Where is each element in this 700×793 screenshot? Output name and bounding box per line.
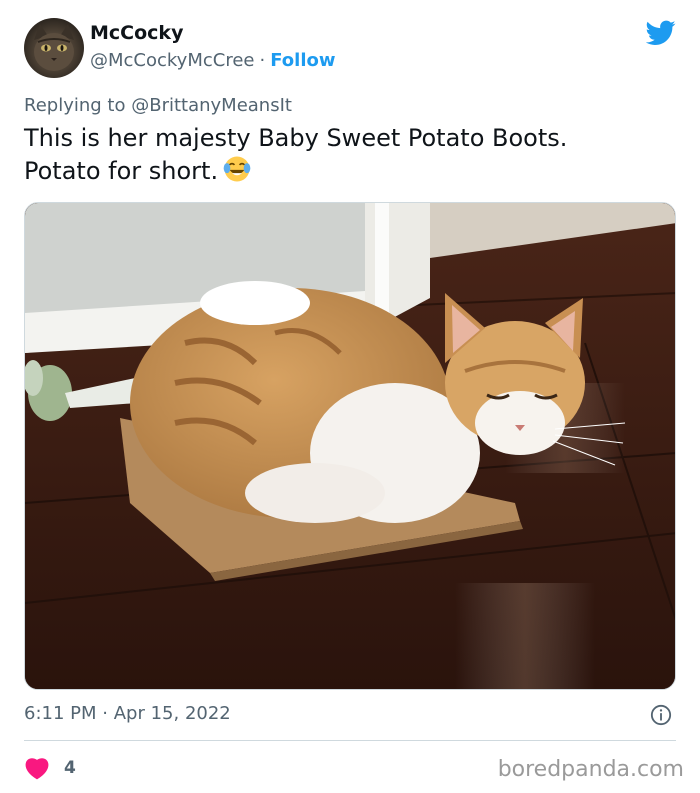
avatar[interactable] — [24, 18, 84, 78]
tweet-date: Apr 15, 2022 — [113, 703, 231, 724]
twitter-bird-icon[interactable] — [646, 20, 676, 46]
separator-dot: · — [259, 50, 266, 71]
face-with-tears-of-joy-icon — [223, 156, 251, 182]
tweet-header: McCocky @McCockyMcCree · Follow — [24, 18, 676, 80]
cat-on-paper-bag-image — [25, 203, 675, 689]
heart-icon — [25, 758, 49, 780]
avatar-cat-image — [34, 24, 74, 71]
replying-to: Replying to @BrittanyMeansIt — [24, 95, 292, 116]
author-handle-row: @McCockyMcCree · Follow — [90, 50, 336, 71]
like-button[interactable]: 4 — [24, 755, 76, 781]
tweet-text-line-1: This is her majesty Baby Sweet Potato Bo… — [24, 124, 568, 152]
tweet-timestamp[interactable]: 6:11 PM · Apr 15, 2022 — [24, 703, 231, 724]
divider — [24, 740, 676, 741]
tweet-text: This is her majesty Baby Sweet Potato Bo… — [24, 122, 676, 187]
tweet-time: 6:11 PM — [24, 703, 97, 724]
separator-dot: · — [102, 703, 108, 724]
replying-to-label: Replying to — [24, 95, 126, 116]
follow-button[interactable]: Follow — [270, 50, 335, 71]
author-name[interactable]: McCocky — [90, 22, 183, 44]
replying-to-handle[interactable]: @BrittanyMeansIt — [131, 95, 292, 116]
like-count: 4 — [64, 758, 76, 778]
tweet-photo[interactable] — [24, 202, 676, 690]
tweet-text-line-2: Potato for short. — [24, 154, 676, 187]
author-handle[interactable]: @McCockyMcCree — [90, 50, 255, 71]
tweet-text-line-2-text: Potato for short. — [24, 157, 219, 185]
info-icon[interactable] — [650, 704, 672, 726]
watermark: boredpanda.com — [497, 757, 684, 782]
